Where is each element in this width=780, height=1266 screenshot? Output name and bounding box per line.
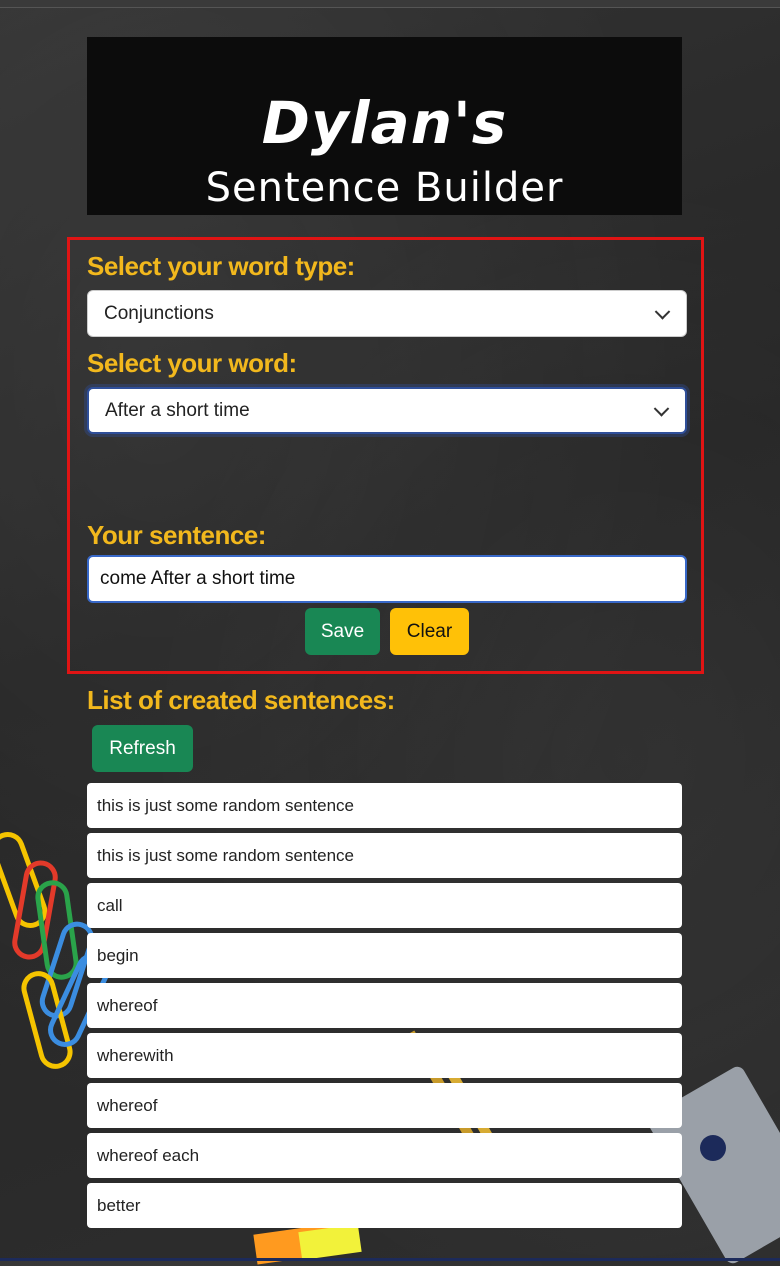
sentence-input[interactable]: come After a short time: [87, 555, 687, 603]
list-item: call: [87, 883, 682, 928]
list-item: whereof: [87, 1083, 682, 1128]
list-item: this is just some random sentence: [87, 833, 682, 878]
refresh-button[interactable]: Refresh: [92, 725, 193, 772]
logo-name: Dylan's: [261, 89, 508, 157]
word-select[interactable]: After a short time: [87, 387, 687, 434]
sentence-list-heading: List of created sentences:: [87, 685, 395, 715]
logo-subtitle: Sentence Builder: [205, 165, 564, 211]
list-item: wherewith: [87, 1033, 682, 1078]
word-value: After a short time: [105, 400, 250, 421]
chevron-down-icon: [653, 400, 670, 417]
save-button[interactable]: Save: [305, 608, 380, 655]
logo-banner: Dylan's Sentence Builder: [87, 37, 682, 215]
list-item: begin: [87, 933, 682, 978]
clear-button[interactable]: Clear: [390, 608, 469, 655]
sentence-label: Your sentence:: [87, 520, 266, 550]
chevron-down-icon: [654, 303, 671, 320]
list-item: whereof: [87, 983, 682, 1028]
word-label: Select your word:: [87, 348, 297, 378]
list-item: whereof each: [87, 1133, 682, 1178]
list-item: better: [87, 1183, 682, 1228]
list-item: this is just some random sentence: [87, 783, 682, 828]
word-type-value: Conjunctions: [104, 303, 214, 324]
word-type-label: Select your word type:: [87, 251, 355, 281]
word-type-select[interactable]: Conjunctions: [87, 290, 687, 337]
sentence-list: this is just some random sentence this i…: [87, 783, 682, 1233]
